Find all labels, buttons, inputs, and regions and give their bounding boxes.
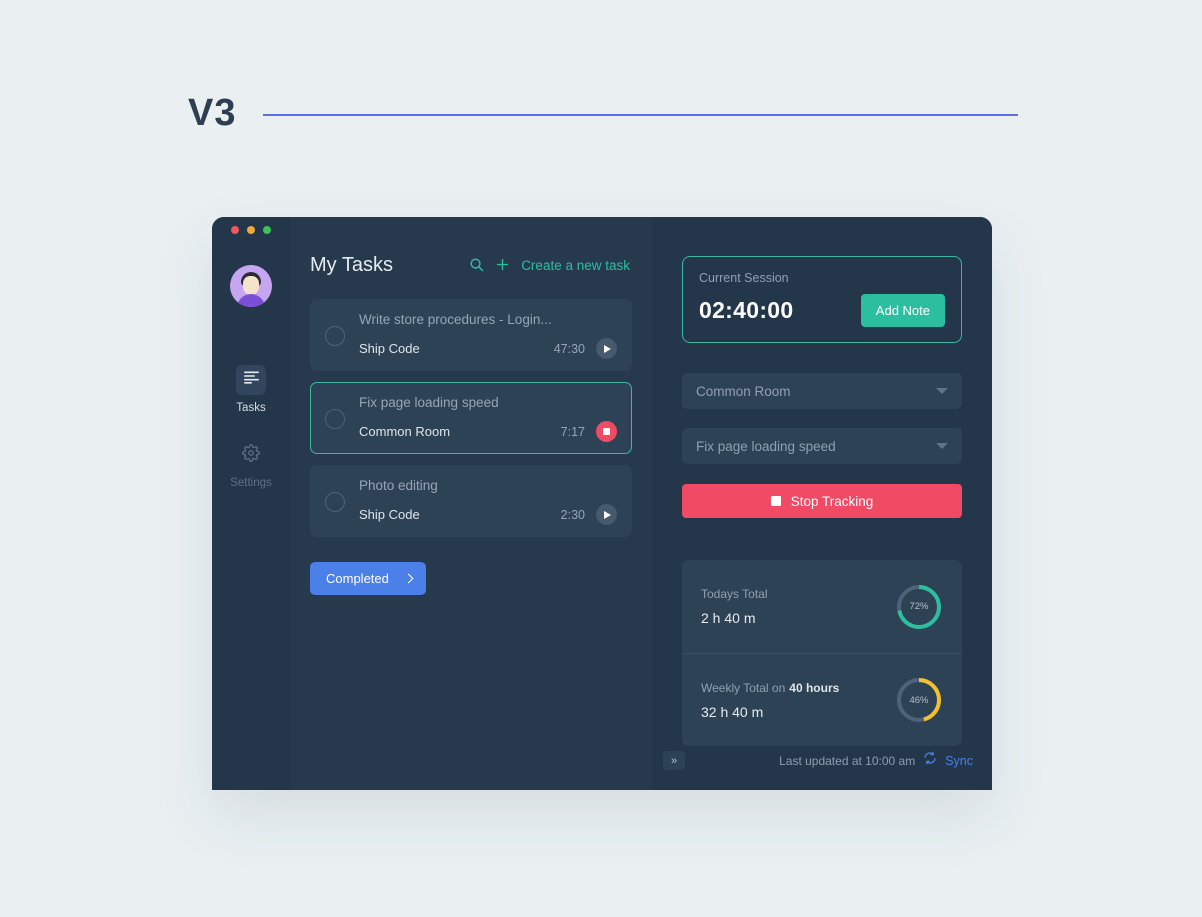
task-stop-button[interactable] — [596, 421, 617, 442]
task-content: Photo editing Ship Code 2:30 — [359, 478, 617, 525]
task-list: Write store procedures - Login... Ship C… — [310, 299, 632, 537]
completed-button[interactable]: Completed — [310, 562, 426, 595]
window-traffic-lights — [231, 226, 271, 234]
app-window: Tasks Settings My Tasks Create a new tas… — [212, 217, 992, 790]
gear-icon — [242, 443, 260, 467]
window-minimize-button[interactable] — [247, 226, 255, 234]
last-updated-text: Last updated at 10:00 am — [779, 753, 916, 768]
tasks-header: My Tasks Create a new task — [310, 254, 632, 277]
stop-tracking-label: Stop Tracking — [790, 493, 874, 509]
task-time: 47:30 — [553, 341, 585, 356]
list-icon — [243, 371, 259, 389]
refresh-icon[interactable] — [923, 751, 937, 770]
task-content: Fix page loading speed Common Room 7:17 — [359, 395, 617, 442]
version-header: V3 — [188, 94, 1018, 132]
task-play-button[interactable] — [596, 504, 617, 525]
tracker-footer: » Last updated at 10:00 am Sync — [663, 751, 973, 770]
weekly-total-percent: 46% — [909, 694, 929, 706]
current-session-card: Current Session 02:40:00 Add Note — [682, 256, 962, 343]
sidebar: Tasks Settings — [212, 217, 290, 790]
task-meta: Ship Code 2:30 — [359, 504, 617, 525]
search-button[interactable] — [469, 257, 484, 275]
task-complete-checkbox[interactable] — [325, 325, 345, 346]
task-play-button[interactable] — [596, 338, 617, 359]
task-project: Ship Code — [359, 341, 420, 356]
sidebar-item-tasks[interactable]: Tasks — [212, 365, 290, 414]
task-meta: Common Room 7:17 — [359, 421, 617, 442]
sidebar-item-tasks-icon-box — [236, 365, 266, 395]
todays-total-value: 2 h 40 m — [701, 610, 756, 626]
current-session-time: 02:40:00 — [699, 297, 794, 323]
task-meta: Ship Code 47:30 — [359, 338, 617, 359]
completed-button-label: Completed — [326, 571, 389, 586]
add-note-button[interactable]: Add Note — [860, 294, 945, 327]
stop-square-icon — [770, 496, 781, 506]
page-title: My Tasks — [310, 254, 393, 276]
collapse-panel-button[interactable]: » — [663, 751, 685, 770]
tasks-header-actions: Create a new task — [469, 257, 632, 275]
weekly-total-goal: 40 hours — [789, 680, 840, 695]
sync-link[interactable]: Sync — [945, 754, 973, 768]
todays-total-donut: 72% — [895, 583, 943, 631]
tracker-panel: Current Session 02:40:00 Add Note Common… — [652, 217, 992, 790]
avatar[interactable] — [230, 265, 272, 307]
current-session-row: 02:40:00 Add Note — [699, 294, 945, 327]
task-select[interactable]: Fix page loading speed — [682, 428, 962, 464]
plus-icon — [495, 257, 510, 275]
window-close-button[interactable] — [231, 226, 239, 234]
version-divider-rule — [263, 114, 1018, 116]
sidebar-nav: Tasks Settings — [212, 365, 290, 515]
weekly-total-text: Weekly Total on 40 hours 32 h 40 m — [701, 681, 839, 720]
play-icon — [604, 344, 611, 353]
task-complete-checkbox[interactable] — [325, 491, 345, 512]
sidebar-item-settings-icon-box — [236, 440, 266, 470]
sidebar-item-tasks-label: Tasks — [236, 402, 266, 414]
task-select-value: Fix page loading speed — [696, 438, 836, 454]
totals-card: Todays Total 2 h 40 m 72% Weekly Total o… — [682, 560, 962, 746]
task-title: Fix page loading speed — [359, 395, 499, 410]
todays-total-row: Todays Total 2 h 40 m 72% — [682, 560, 962, 653]
todays-total-label: Todays Total — [701, 587, 768, 601]
tasks-panel: My Tasks Create a new task Write store p… — [290, 217, 652, 790]
sidebar-item-settings-label: Settings — [230, 477, 272, 489]
task-complete-checkbox[interactable] — [325, 408, 345, 429]
search-icon — [469, 257, 484, 275]
task-row[interactable]: Fix page loading speed Common Room 7:17 — [310, 382, 632, 454]
task-row[interactable]: Write store procedures - Login... Ship C… — [310, 299, 632, 371]
create-new-task-link[interactable]: Create a new task — [521, 258, 630, 273]
task-project: Ship Code — [359, 507, 420, 522]
todays-total-text: Todays Total 2 h 40 m — [701, 587, 768, 626]
sync-status: Last updated at 10:00 am Sync — [779, 751, 973, 770]
chevron-down-icon — [936, 443, 948, 449]
task-row[interactable]: Photo editing Ship Code 2:30 — [310, 465, 632, 537]
version-label: V3 — [188, 92, 237, 134]
avatar-face — [243, 276, 259, 295]
task-project: Common Room — [359, 424, 451, 439]
task-content: Write store procedures - Login... Ship C… — [359, 312, 617, 359]
chevron-right-icon — [403, 573, 414, 584]
play-icon — [604, 510, 611, 519]
task-time: 2:30 — [560, 507, 585, 522]
task-time: 7:17 — [560, 424, 585, 439]
sidebar-item-settings[interactable]: Settings — [212, 440, 290, 489]
weekly-total-donut: 46% — [895, 676, 943, 724]
chevron-down-icon — [936, 388, 948, 394]
weekly-total-row: Weekly Total on 40 hours 32 h 40 m 46% — [682, 653, 962, 746]
weekly-total-label-text: Weekly Total on — [701, 680, 786, 695]
stop-tracking-button[interactable]: Stop Tracking — [682, 484, 962, 518]
task-title: Write store procedures - Login... — [359, 312, 552, 327]
window-maximize-button[interactable] — [263, 226, 271, 234]
weekly-total-label: Weekly Total on 40 hours — [701, 681, 839, 695]
stop-icon — [603, 428, 610, 435]
avatar-body — [237, 294, 265, 307]
task-title: Photo editing — [359, 478, 438, 493]
project-select-value: Common Room — [696, 383, 791, 399]
todays-total-percent: 72% — [909, 601, 929, 612]
weekly-total-value: 32 h 40 m — [701, 703, 764, 720]
current-session-label: Current Session — [699, 271, 789, 285]
project-select[interactable]: Common Room — [682, 373, 962, 409]
add-task-button[interactable] — [495, 257, 510, 275]
